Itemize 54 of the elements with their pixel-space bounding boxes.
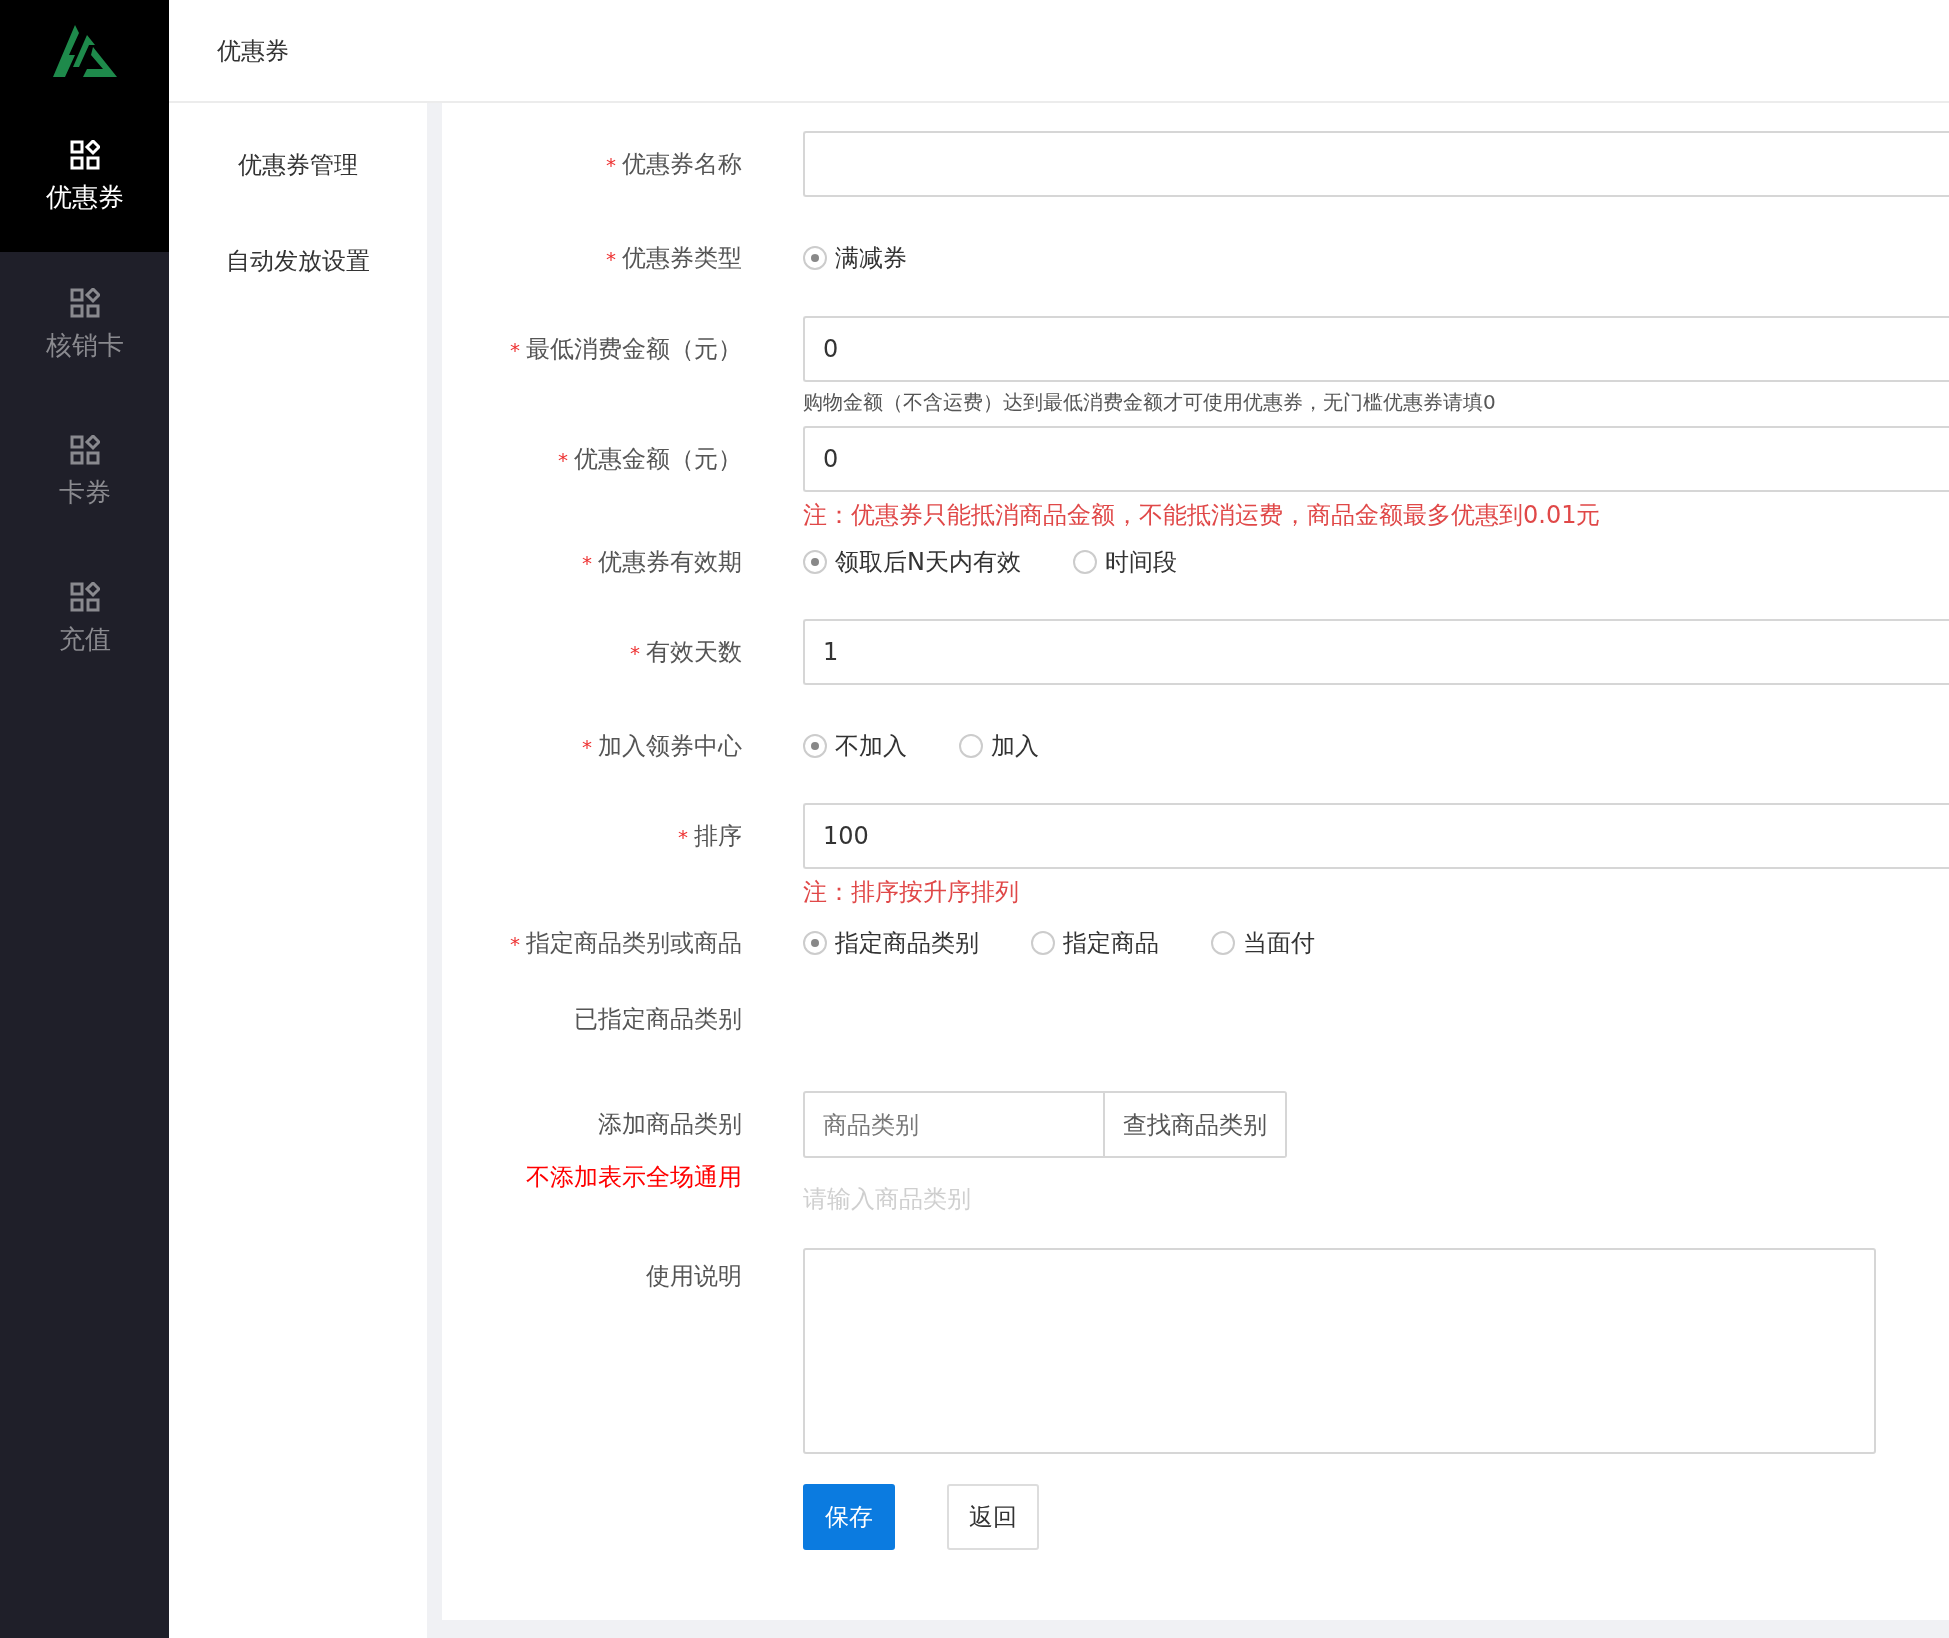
- grid-icon: [69, 582, 100, 612]
- radio-option[interactable]: 满减券: [803, 242, 907, 274]
- field-note: 不添加表示全场通用: [526, 1162, 742, 1193]
- field-label: * 优惠券名称: [606, 149, 742, 180]
- radio-icon[interactable]: [959, 734, 983, 758]
- field-note: 购物金额（不含运费）达到最低消费金额才可使用优惠券，无门槛优惠券请填0: [803, 389, 1497, 416]
- field-label: * 最低消费金额（元）: [510, 334, 742, 365]
- field-label: 使用说明: [646, 1261, 742, 1292]
- logo-icon: [52, 24, 117, 79]
- radio-icon[interactable]: [803, 734, 827, 758]
- radio-icon[interactable]: [803, 931, 827, 955]
- sidebar-item[interactable]: 充值: [0, 546, 169, 693]
- text-input[interactable]: 0: [803, 316, 1949, 382]
- radio-option[interactable]: 加入: [959, 730, 1039, 762]
- text-input[interactable]: 0: [803, 426, 1949, 492]
- field-label: * 优惠金额（元）: [558, 444, 742, 475]
- field-label: 添加商品类别: [598, 1109, 742, 1140]
- subnav-link[interactable]: 优惠券管理: [238, 141, 358, 189]
- text-input[interactable]: [803, 131, 1949, 197]
- sidebar-item[interactable]: 核销卡: [0, 252, 169, 399]
- radio-option[interactable]: 指定商品: [1031, 927, 1159, 959]
- radio-option[interactable]: 时间段: [1072, 546, 1177, 578]
- radio-option[interactable]: 当面付: [1211, 927, 1315, 959]
- radio-option[interactable]: 领取后N天内有效: [803, 546, 1021, 578]
- field-label: * 加入领券中心: [582, 731, 742, 762]
- radio-option[interactable]: 不加入: [803, 730, 907, 762]
- grid-icon: [69, 435, 100, 465]
- sidebar-item[interactable]: 优惠券: [0, 103, 169, 252]
- find-category-button[interactable]: 查找商品类别: [1105, 1091, 1287, 1158]
- field-label: * 优惠券类型: [606, 243, 742, 274]
- grid-icon: [69, 140, 100, 170]
- radio-option[interactable]: 指定商品类别: [803, 927, 979, 959]
- radio-icon[interactable]: [1072, 550, 1097, 574]
- field-note: 注：优惠券只能抵消商品金额，不能抵消运费，商品金额最多优惠到0.01元: [803, 500, 1602, 531]
- radio-icon[interactable]: [1031, 931, 1055, 955]
- text-input[interactable]: 1: [803, 619, 1949, 685]
- radio-icon[interactable]: [1211, 931, 1235, 955]
- page-title: 优惠券: [217, 35, 289, 67]
- text-input[interactable]: 100: [803, 803, 1949, 869]
- radio-icon[interactable]: [803, 550, 827, 574]
- field-label: 已指定商品类别: [574, 1004, 742, 1035]
- save-button[interactable]: 保存: [803, 1484, 895, 1550]
- field-label: * 优惠券有效期: [582, 547, 742, 578]
- grid-icon: [69, 288, 100, 318]
- description-textarea[interactable]: [803, 1248, 1876, 1454]
- back-button[interactable]: 返回: [947, 1484, 1039, 1550]
- field-label: * 指定商品类别或商品: [510, 928, 742, 959]
- field-label: * 排序: [678, 821, 742, 852]
- radio-icon[interactable]: [803, 246, 827, 270]
- field-label: * 有效天数: [630, 637, 742, 668]
- subnav-link[interactable]: 自动发放设置: [226, 237, 370, 285]
- category-input[interactable]: 商品类别: [803, 1091, 1105, 1158]
- field-note: 注：排序按升序排列: [803, 877, 1020, 908]
- sidebar-item[interactable]: 卡券: [0, 399, 169, 546]
